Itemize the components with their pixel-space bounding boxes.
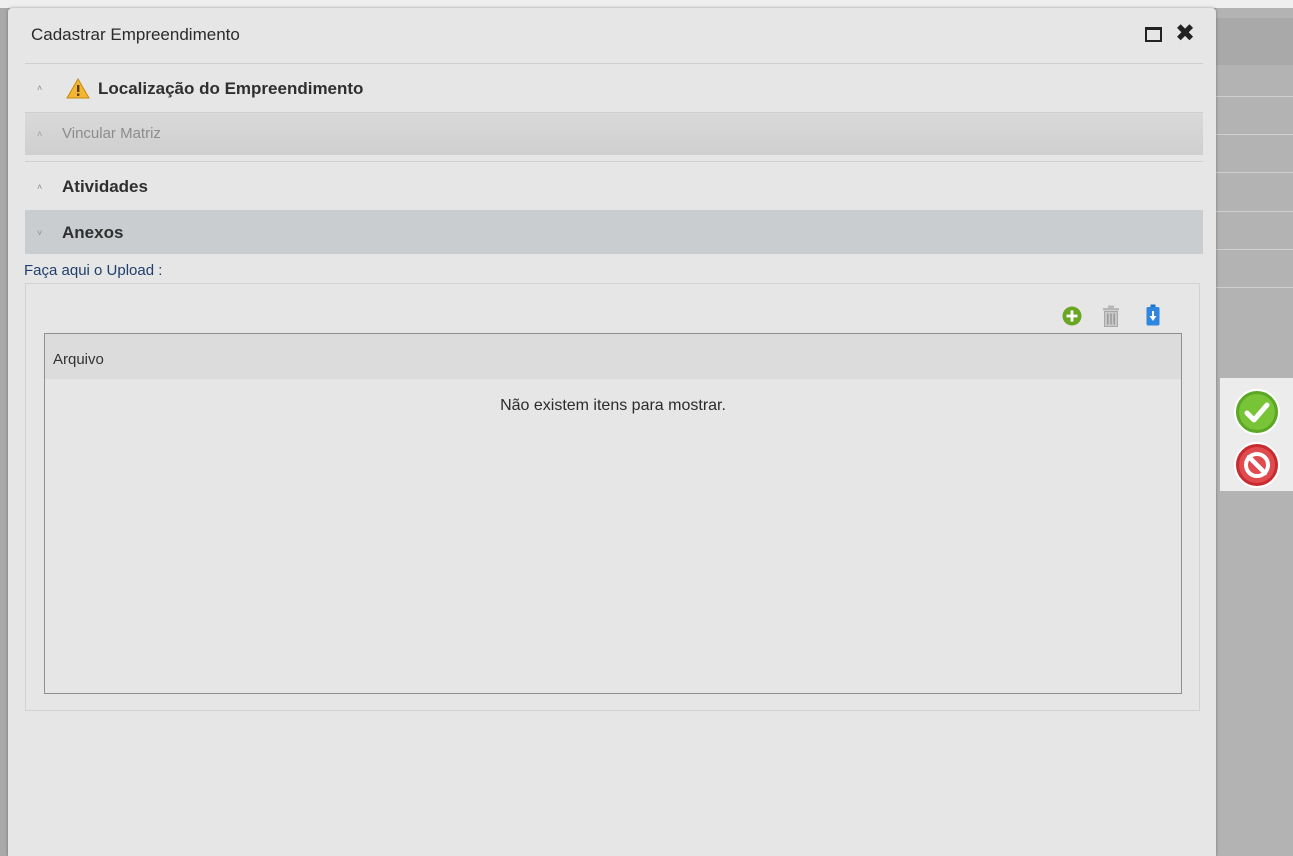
- maximize-button[interactable]: [1145, 27, 1162, 42]
- upload-label: Faça aqui o Upload :: [24, 262, 163, 279]
- grid-header: Arquivo: [45, 334, 1181, 379]
- section-atividades[interactable]: ˄ Atividades: [25, 162, 1203, 210]
- warning-icon: [66, 78, 90, 99]
- cancel-block-icon[interactable]: [1233, 441, 1281, 489]
- background-row: [1216, 172, 1293, 173]
- section-label: Atividades: [62, 177, 148, 196]
- modal-title: Cadastrar Empreendimento: [31, 25, 240, 44]
- empty-message: Não existem itens para mostrar.: [500, 397, 726, 414]
- divider: [25, 63, 1203, 64]
- trash-icon[interactable]: [1102, 305, 1120, 327]
- close-button[interactable]: ✖: [1173, 22, 1197, 46]
- background-row: [1216, 211, 1293, 212]
- attachments-grid: Arquivo Não existem itens para mostrar.: [44, 333, 1182, 694]
- download-icon[interactable]: [1146, 304, 1160, 326]
- column-header-arquivo[interactable]: Arquivo: [53, 351, 104, 368]
- section-label: Anexos: [62, 223, 124, 242]
- background-header: [0, 0, 1293, 8]
- section-anexos[interactable]: ˅ Anexos: [25, 210, 1203, 254]
- chevron-up-icon: ˄: [37, 182, 43, 192]
- confirm-check-icon[interactable]: [1233, 388, 1281, 436]
- section-label: Vincular Matriz: [62, 125, 161, 142]
- section-vincular-matriz[interactable]: ˄ Vincular Matriz: [25, 113, 1203, 155]
- background-row: [1216, 249, 1293, 250]
- section-label: Localização do Empreendimento: [98, 79, 364, 98]
- background-row: [1216, 134, 1293, 135]
- chevron-up-icon: ˄: [37, 129, 43, 139]
- chevron-down-icon: ˅: [37, 228, 43, 238]
- background-row: [1216, 96, 1293, 97]
- modal-window: Cadastrar Empreendimento ✖ ˄ Localização…: [8, 8, 1216, 856]
- add-circle-icon[interactable]: [1062, 306, 1082, 326]
- chevron-up-icon: ˄: [37, 83, 43, 93]
- background-table-header: [1216, 18, 1293, 65]
- background-row: [1216, 287, 1293, 288]
- section-localizacao[interactable]: ˄ Localização do Empreendimento: [25, 66, 1203, 112]
